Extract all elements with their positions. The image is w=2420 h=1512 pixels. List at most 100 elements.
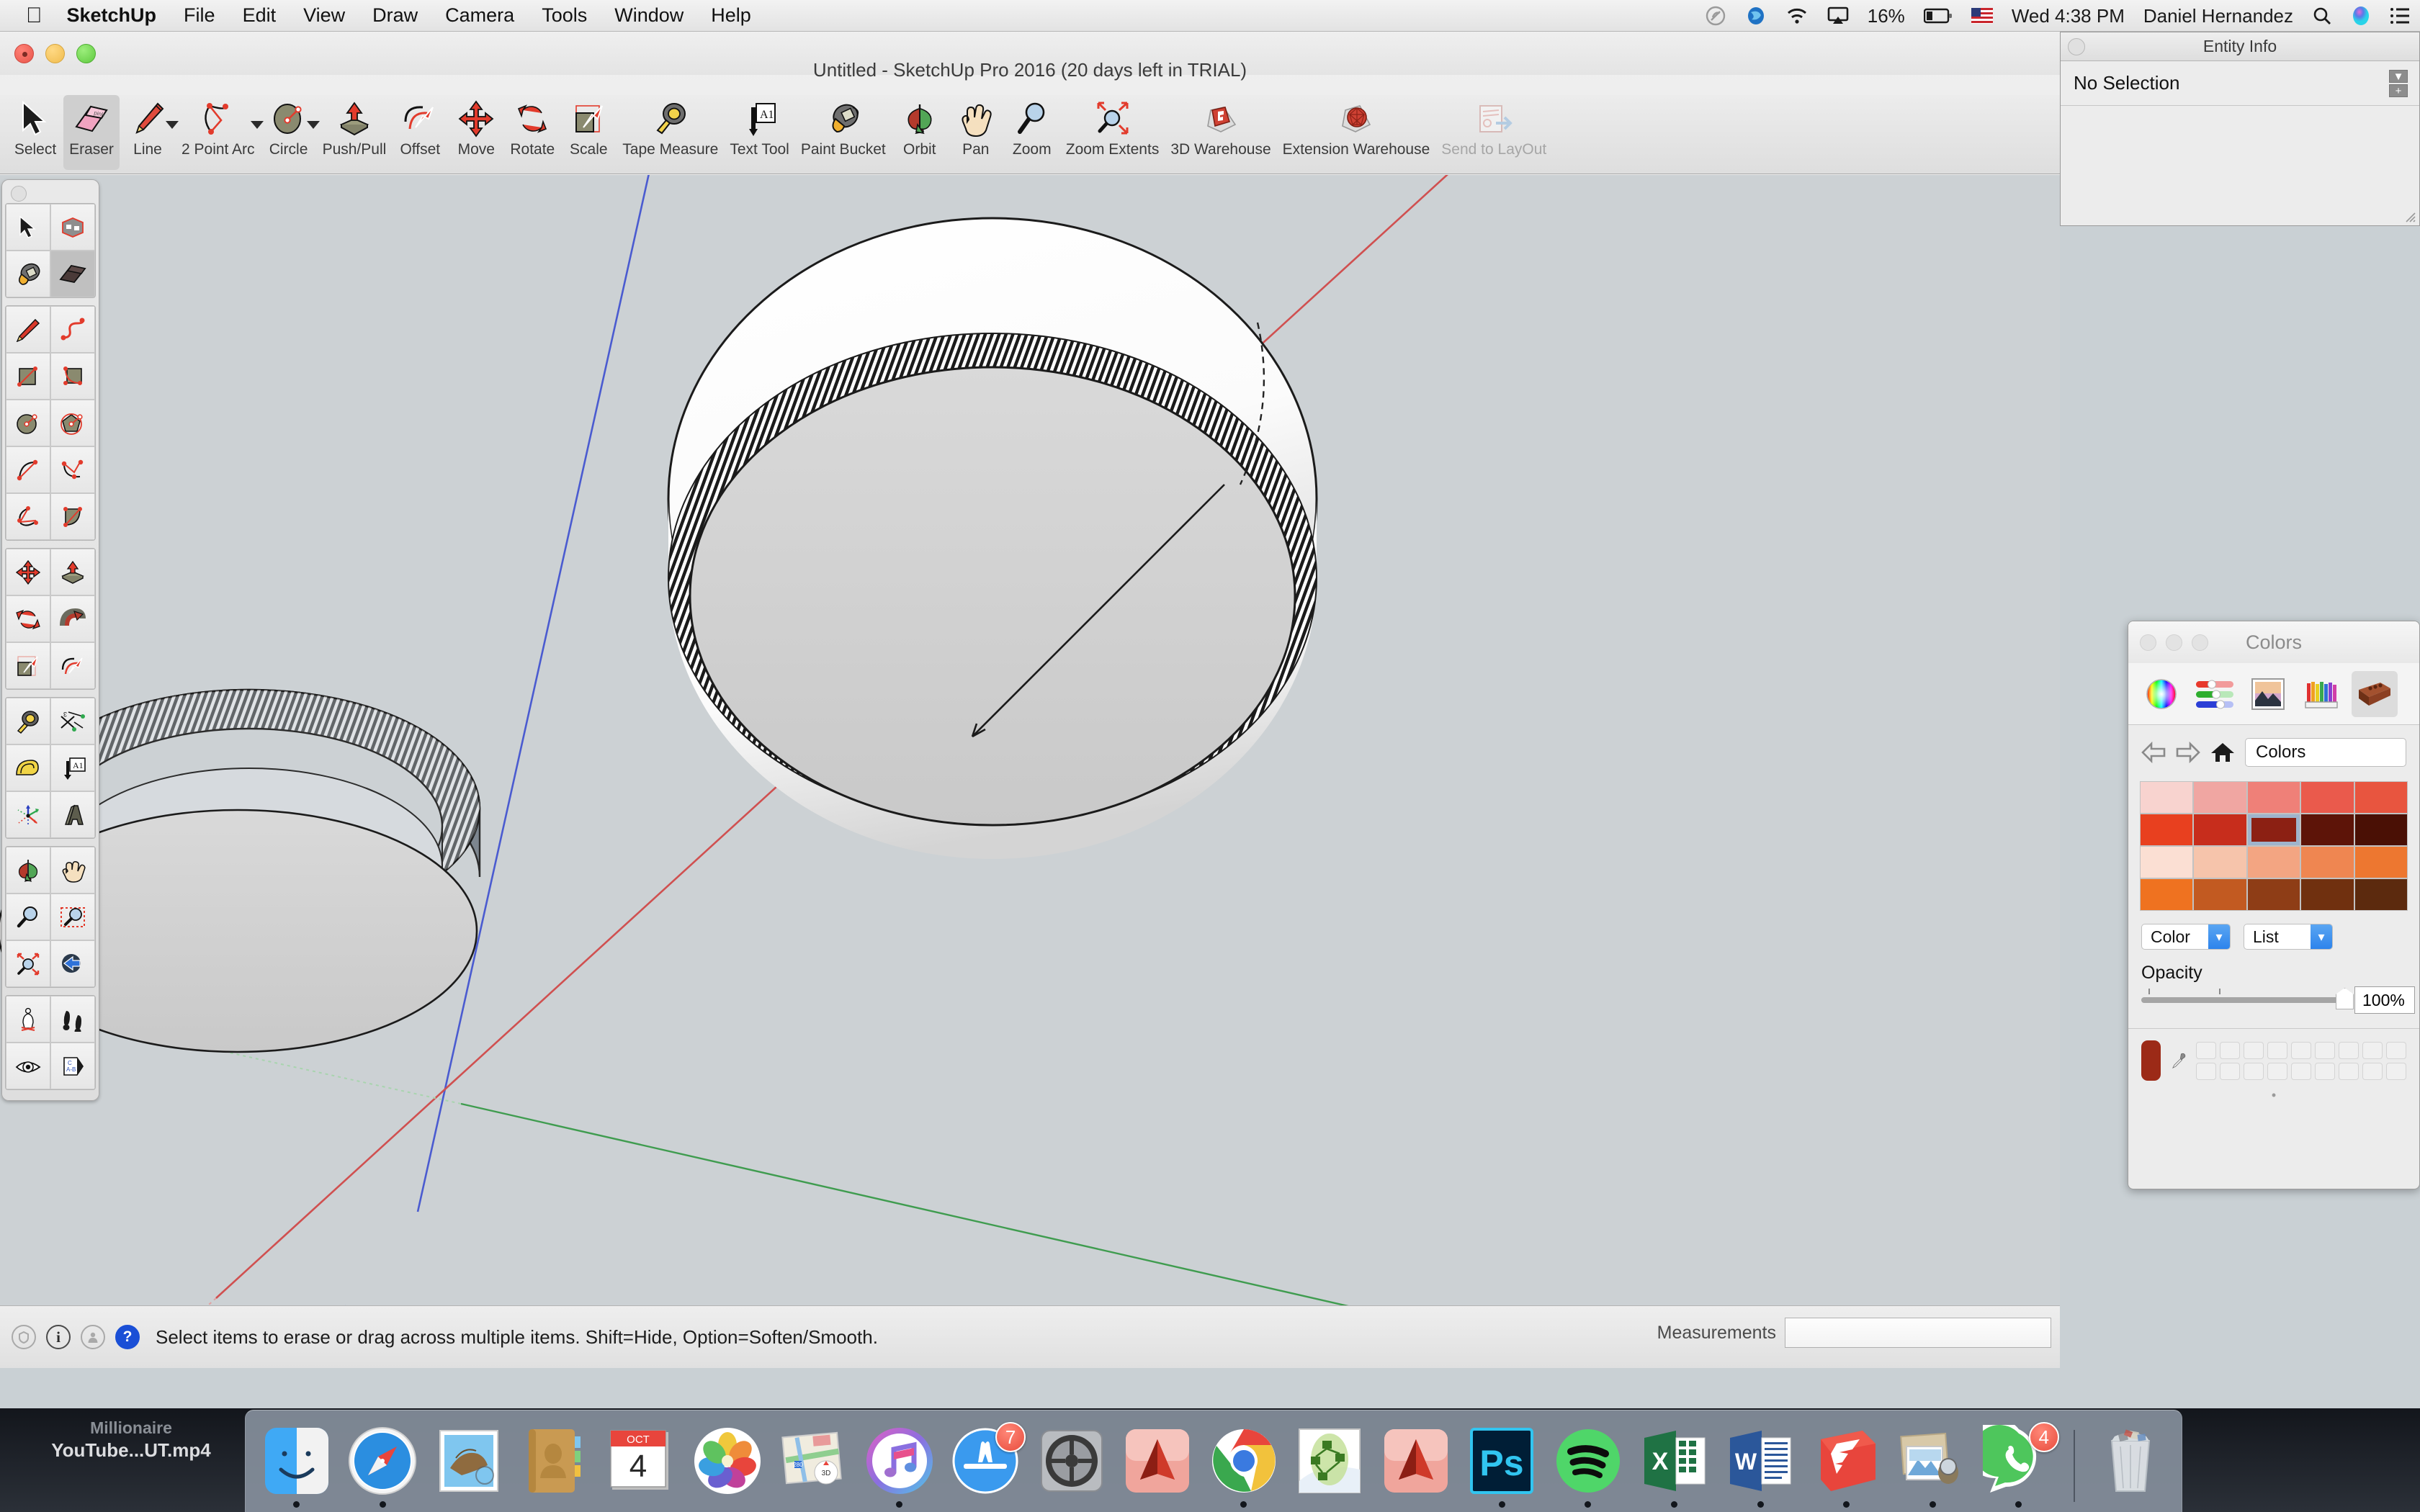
color-well[interactable] <box>2315 1062 2335 1080</box>
colors-minimize-button[interactable] <box>2166 634 2182 651</box>
entity-info-close-button[interactable] <box>2068 38 2085 55</box>
dock-item-mail[interactable] <box>428 1423 510 1508</box>
color-well[interactable] <box>2362 1062 2383 1080</box>
color-swatch[interactable] <box>2194 782 2246 813</box>
palette-tool-text[interactable]: A1 <box>50 744 95 791</box>
dock-item-finder[interactable] <box>256 1423 338 1508</box>
color-swatch[interactable] <box>2141 879 2193 910</box>
palette-tool-tape-measure[interactable] <box>6 698 50 744</box>
palette-tool-rotated-rectangle[interactable] <box>50 353 95 400</box>
battery-icon[interactable] <box>1923 7 1953 24</box>
toolbar-button-push-pull[interactable]: Push/Pull <box>317 95 393 170</box>
dropbox-icon[interactable] <box>1745 5 1767 27</box>
dock-item-itunes[interactable] <box>859 1423 941 1508</box>
color-swatch[interactable] <box>2354 879 2407 910</box>
resize-grip-icon[interactable] <box>2403 210 2416 223</box>
palette-tool-section-plane[interactable]: C A-B <box>50 1043 95 1089</box>
color-well[interactable] <box>2386 1041 2406 1059</box>
palette-tool-pan[interactable] <box>50 847 95 894</box>
color-well[interactable] <box>2386 1062 2406 1080</box>
modeling-canvas[interactable] <box>0 175 2060 1305</box>
color-well[interactable] <box>2339 1041 2359 1059</box>
toolbar-button-3d-warehouse[interactable]: 3D Warehouse <box>1165 95 1276 170</box>
palette-tool-scale[interactable] <box>6 642 50 689</box>
color-well[interactable] <box>2362 1041 2383 1059</box>
opacity-slider[interactable] <box>2141 988 2354 1009</box>
menu-item-sketchup[interactable]: SketchUp <box>67 4 157 27</box>
apple-logo-icon[interactable]:  <box>26 4 42 27</box>
color-well[interactable] <box>2244 1062 2264 1080</box>
palette-tool-zoom-extents[interactable] <box>6 940 50 987</box>
color-swatch[interactable] <box>2141 814 2193 845</box>
expand-collapse-button[interactable]: ▼ + <box>2389 70 2408 99</box>
palette-tool-axes[interactable] <box>6 791 50 838</box>
eyedropper-icon[interactable] <box>2171 1043 2186 1079</box>
palette-tool-zoom[interactable] <box>6 894 50 940</box>
menu-item-tools[interactable]: Tools <box>542 4 587 27</box>
toolbar-button-move[interactable]: Move <box>448 95 504 170</box>
menu-item-view[interactable]: View <box>303 4 345 27</box>
menubar-clock[interactable]: Wed 4:38 PM <box>2012 5 2125 27</box>
palette-tool-pie[interactable] <box>50 493 95 540</box>
colors-zoom-button[interactable] <box>2192 634 2208 651</box>
color-well[interactable] <box>2339 1062 2359 1080</box>
siri-icon[interactable] <box>2351 6 2371 26</box>
person-icon[interactable] <box>81 1325 105 1349</box>
menu-item-window[interactable]: Window <box>614 4 684 27</box>
toolbar-button-select[interactable]: Select <box>7 95 63 170</box>
color-swatch[interactable] <box>2194 847 2246 878</box>
toolbar-button-tape-measure[interactable]: Tape Measure <box>617 95 724 170</box>
notification-center-icon[interactable] <box>2390 6 2410 25</box>
palette-tool-line[interactable] <box>6 306 50 353</box>
color-swatch[interactable] <box>2301 847 2354 878</box>
palette-tool-paint-bucket[interactable] <box>6 251 50 297</box>
menu-item-camera[interactable]: Camera <box>445 4 514 27</box>
color-swatch[interactable] <box>2247 847 2300 878</box>
palette-tool-three-point-arc[interactable] <box>6 493 50 540</box>
toolbar-button-eraser[interactable]: pink Eraser <box>63 95 120 170</box>
palette-tool-look-around[interactable] <box>6 1043 50 1089</box>
palette-tool-rectangle[interactable] <box>6 353 50 400</box>
palette-tool-select[interactable] <box>6 204 50 251</box>
color-swatch[interactable] <box>2301 879 2354 910</box>
toolbar-button-circle[interactable]: Circle <box>261 95 320 170</box>
flag-us-icon[interactable] <box>1971 8 1993 24</box>
tab-color-wheel[interactable] <box>2138 671 2184 717</box>
color-wells-tray[interactable] <box>2196 1041 2406 1080</box>
palette-tool-previous-view[interactable] <box>50 940 95 987</box>
dock-item-spotify[interactable] <box>1547 1423 1629 1508</box>
dock-item-trash[interactable] <box>2089 1423 2172 1508</box>
menu-item-help[interactable]: Help <box>711 4 751 27</box>
toolbar-button-offset[interactable]: Offset <box>392 95 448 170</box>
palette-tool-dimension[interactable]: 3 <box>50 698 95 744</box>
toolbar-button-2-point-arc[interactable]: 2 Point Arc <box>176 95 264 170</box>
palette-tool-walk[interactable] <box>50 996 95 1043</box>
color-swatch[interactable] <box>2354 782 2407 813</box>
palette-tool-zoom-window[interactable] <box>50 894 95 940</box>
color-swatch[interactable] <box>2194 814 2246 845</box>
color-swatch[interactable] <box>2301 782 2354 813</box>
toolbar-button-zoom[interactable]: Zoom <box>1004 95 1060 170</box>
palette-tool-arc[interactable] <box>6 446 50 493</box>
color-well[interactable] <box>2244 1041 2264 1059</box>
palette-tool-rotate[interactable] <box>6 595 50 642</box>
tab-color-sliders[interactable] <box>2192 671 2238 717</box>
palette-tool-move[interactable] <box>6 549 50 595</box>
toolbar-button-extension-warehouse[interactable]: Extension Warehouse <box>1277 95 1436 170</box>
color-well[interactable] <box>2220 1041 2240 1059</box>
tab-color-pencils[interactable] <box>2298 671 2344 717</box>
menu-item-file[interactable]: File <box>184 4 215 27</box>
wifi-icon[interactable] <box>1785 6 1809 25</box>
palette-tool-protractor[interactable] <box>6 744 50 791</box>
color-swatch[interactable] <box>2194 879 2246 910</box>
opacity-value-field[interactable]: 100% <box>2354 986 2415 1014</box>
dock-item-preview[interactable] <box>1891 1423 1973 1508</box>
list-mode-select[interactable]: List ▾ <box>2244 924 2333 950</box>
color-well[interactable] <box>2315 1041 2335 1059</box>
color-swatch-grid[interactable] <box>2140 781 2408 911</box>
palette-tool-offset[interactable] <box>50 642 95 689</box>
toolbar-button-rotate[interactable]: Rotate <box>504 95 560 170</box>
creative-cloud-icon[interactable] <box>1705 5 1726 27</box>
color-swatch[interactable] <box>2354 814 2407 845</box>
toolbar-button-pan[interactable]: Pan <box>948 95 1004 170</box>
